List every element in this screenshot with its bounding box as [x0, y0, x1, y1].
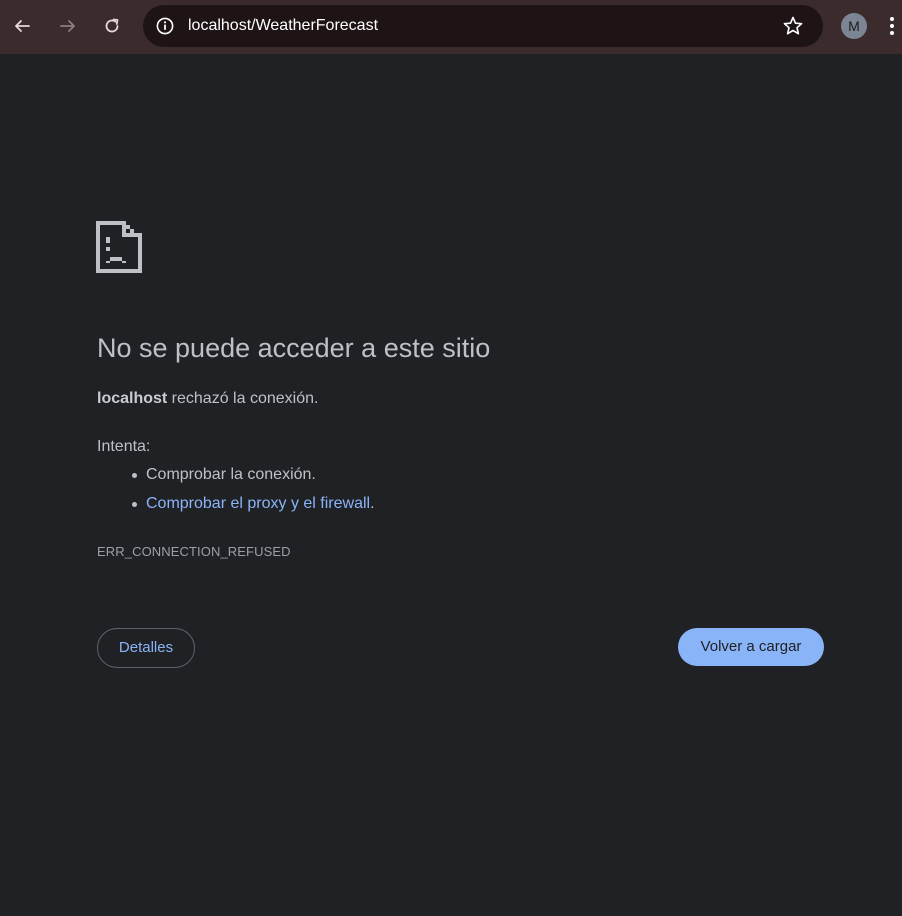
reload-page-button[interactable] [98, 12, 126, 40]
try-label: Intenta: [97, 438, 151, 455]
forward-button[interactable] [54, 12, 82, 40]
error-title: No se puede acceder a este sitio [97, 333, 491, 363]
suggestion-text: Comprobar la conexión. [146, 466, 316, 483]
error-message: rechazó la conexión. [167, 390, 319, 407]
suggestion-suffix: . [370, 495, 375, 512]
address-bar[interactable]: localhost/WeatherForecast [143, 5, 823, 47]
error-code: ERR_CONNECTION_REFUSED [97, 544, 291, 559]
reload-button[interactable]: Volver a cargar [678, 628, 824, 666]
url-text[interactable]: localhost/WeatherForecast [188, 16, 378, 36]
bullet [132, 502, 137, 507]
sad-document-icon [96, 221, 142, 273]
kebab-menu-icon[interactable] [886, 13, 898, 39]
profile-avatar[interactable]: M [841, 13, 867, 39]
info-icon[interactable] [155, 16, 175, 36]
error-description: localhost rechazó la conexión. [97, 389, 318, 409]
back-button[interactable] [8, 12, 36, 40]
error-host: localhost [97, 390, 168, 407]
browser-toolbar: localhost/WeatherForecast M [0, 0, 902, 54]
details-button[interactable]: Detalles [97, 628, 195, 668]
reload-icon [105, 18, 119, 33]
proxy-firewall-link[interactable]: Comprobar el proxy y el firewall [146, 495, 370, 512]
suggestions-list: Comprobar la conexión. Comprobar el prox… [97, 465, 375, 523]
suggestion-check-proxy: Comprobar el proxy y el firewall. [97, 494, 375, 523]
star-icon[interactable] [782, 15, 804, 37]
bullet [132, 473, 137, 478]
suggestion-check-connection: Comprobar la conexión. [97, 465, 375, 494]
arrow-right-icon [60, 20, 75, 32]
arrow-left-icon [15, 20, 30, 32]
